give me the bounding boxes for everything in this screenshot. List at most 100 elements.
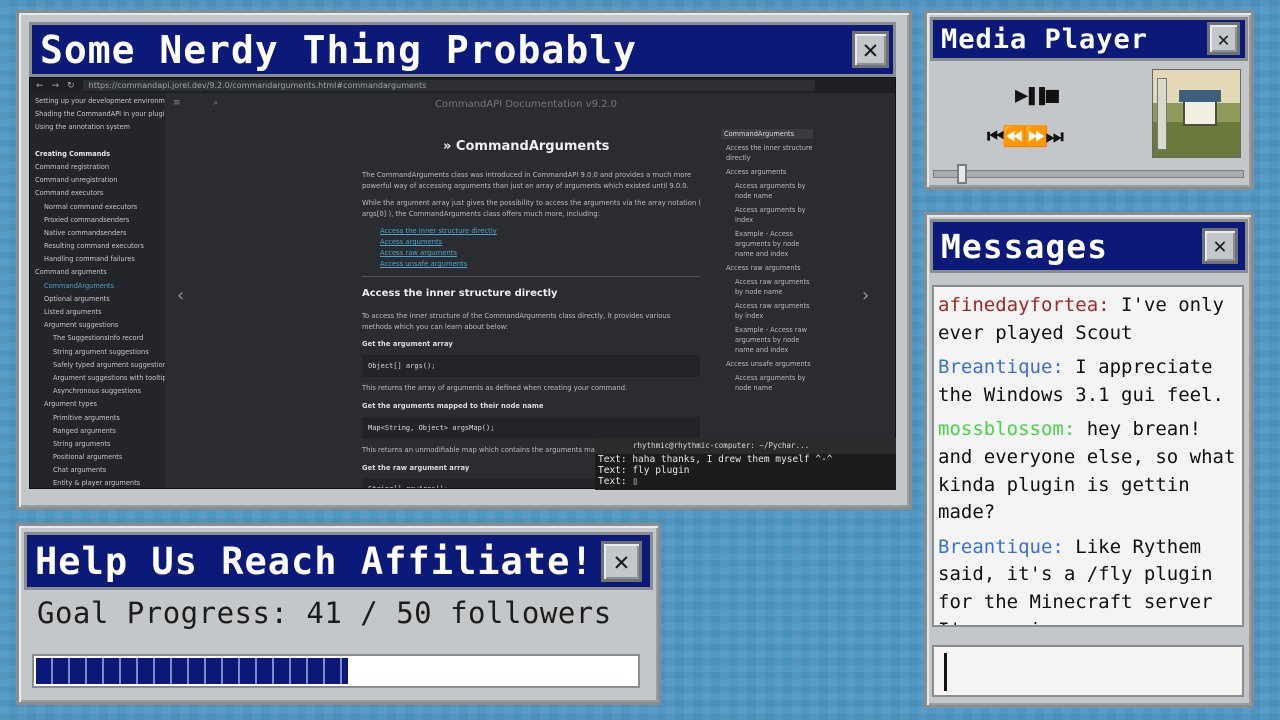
toc-item[interactable]: Example - Access arguments by node name … [721,229,813,259]
sidebar-item[interactable]: String argument suggestions [30,346,165,359]
sidebar-item[interactable]: Command arguments [30,266,165,279]
affiliate-title: Help Us Reach Affiliate!! [35,539,617,583]
sidebar-item[interactable]: Using the annotation system [30,121,165,134]
menu-icon[interactable]: ≡ [173,98,181,108]
sidebar-item[interactable]: Listed arguments [30,306,165,319]
doc-sidebar: Setting up your development environment S… [30,93,165,488]
sidebar-item [30,135,165,148]
get-map-label: Get the arguments mapped to their node n… [362,402,544,410]
sidebar-item[interactable]: Ranged arguments [30,425,165,438]
page-heading: » CommandArguments [443,139,610,154]
sidebar-item[interactable]: Argument suggestions with tooltips [30,372,165,385]
code1-description: This returns the array of arguments as d… [362,384,628,392]
sidebar-item[interactable]: Native commandsenders [30,227,165,240]
media-close-button[interactable]: ✕ [1207,22,1240,55]
sidebar-item[interactable]: Command executors [30,187,165,200]
get-array-label: Get the argument array [362,340,453,348]
search-icon[interactable]: ⌕ [213,98,218,108]
sidebar-item[interactable]: Creating Commands [30,148,165,161]
toc-item[interactable]: CommandArguments [721,129,813,139]
sidebar-item[interactable]: Optional arguments [30,293,165,306]
chat-username: Breantique: [938,535,1064,558]
sidebar-item[interactable]: Argument types [30,398,165,411]
table-of-contents: CommandArguments Access the inner structu… [721,129,813,397]
chat-input[interactable] [932,645,1244,697]
media-seek-knob[interactable] [957,164,967,184]
chat-message: mossblossom: hey brean! and everyone els… [938,416,1239,526]
sidebar-item[interactable]: Proxied commandsenders [30,214,165,227]
sidebar-item[interactable]: String arguments [30,438,165,451]
next-chapter-icon[interactable]: › [862,285,869,306]
album-art-meter [1157,78,1167,150]
skip-controls[interactable]: ⏮⏪⏩⏭ [987,124,1064,148]
affiliate-close-button[interactable]: ✕ [601,541,642,582]
toc-item[interactable]: Access unsafe arguments [721,359,813,369]
terminal-window: rhythmic@rhythmic-computer: ~/Pychar... … [595,438,896,490]
sidebar-item[interactable]: Setting up your development environment [30,95,165,108]
chat-messages: afinedayfortea: I've only ever played Sc… [932,285,1244,627]
messages-titlebar: Messages [930,219,1248,273]
sidebar-item[interactable]: The SuggestionsInfo record [30,332,165,345]
sidebar-item[interactable]: Safely typed argument suggestions [30,359,165,372]
messages-close-button[interactable]: ✕ [1202,228,1238,264]
close-icon: ✕ [1213,233,1227,259]
media-seek-track[interactable] [933,170,1244,178]
section-heading: Access the inner structure directly [362,288,558,299]
sidebar-item[interactable]: Primitive arguments [30,412,165,425]
toc-item[interactable]: Example - Access raw arguments by node n… [721,325,813,355]
back-icon[interactable]: ← [36,81,44,91]
sidebar-item[interactable]: Command unregistration [30,174,165,187]
media-player-title: Media Player [941,23,1149,55]
intro-text: The CommandArguments class was introduce… [362,171,692,190]
chat-username: afinedayfortea: [938,294,1110,316]
link-raw-arguments[interactable]: Access raw arguments [380,249,457,257]
album-art-house [1183,100,1217,126]
main-close-button[interactable]: ✕ [852,31,889,68]
sidebar-item[interactable]: Resulting command executors [30,240,165,253]
prev-chapter-icon[interactable]: ‹ [177,285,184,306]
browser-window: ← → ↻ https://commandapi.jorel.dev/9.2.0… [29,77,896,489]
album-art-roof [1179,90,1221,102]
goal-progress-fill [36,658,348,684]
sidebar-item[interactable]: Handling command failures [30,253,165,266]
text-caret [944,653,947,691]
chat-username: Breantique: [938,356,1064,379]
section-text: To access the inner structure of the Com… [362,312,671,331]
toc-item[interactable]: Access raw arguments [721,263,813,273]
sidebar-item[interactable]: Positional arguments [30,451,165,464]
close-icon: ✕ [613,546,630,577]
toc-item[interactable]: Access raw arguments by index [721,301,813,321]
chat-message: Breantique: Like Rythem said, it's a /fl… [938,534,1239,625]
doc-content: CommandAPI Documentation v9.2.0 ≡ ⌕ ‹ › … [165,93,895,488]
sidebar-item[interactable]: Shading the CommandAPI in your plugins [30,108,165,121]
sidebar-item[interactable]: Command registration [30,161,165,174]
toc-item[interactable]: Access arguments [721,167,813,177]
url-input[interactable]: https://commandapi.jorel.dev/9.2.0/comma… [82,80,815,91]
album-art [1152,69,1241,158]
media-player-titlebar: Media Player [930,17,1248,61]
stream-title: Some Nerdy Thing Probably [40,27,637,72]
divider [362,276,700,277]
link-access-arguments[interactable]: Access arguments [380,238,442,246]
affiliate-titlebar: Help Us Reach Affiliate!! [24,532,653,590]
browser-toolbar: ← → ↻ https://commandapi.jorel.dev/9.2.0… [30,78,895,93]
terminal-titlebar: rhythmic@rhythmic-computer: ~/Pychar... [595,438,896,454]
sidebar-item[interactable]: Asynchronous suggestions [30,385,165,398]
chat-message: Breantique: I appreciate the Windows 3.1… [938,354,1239,409]
close-icon: ✕ [862,34,879,65]
sidebar-item[interactable]: Entity & player arguments [30,477,165,488]
sidebar-item[interactable]: Normal command executors [30,201,165,214]
sidebar-item[interactable]: Argument suggestions [30,319,165,332]
sidebar-item[interactable]: CommandArguments [30,280,165,293]
forward-icon[interactable]: → [52,81,60,91]
toc-item[interactable]: Access arguments by index [721,205,813,225]
toc-item[interactable]: Access raw arguments by node name [721,277,813,297]
toc-item[interactable]: Access arguments by node name [721,181,813,201]
link-unsafe-arguments[interactable]: Access unsafe arguments [380,260,467,268]
link-inner-structure[interactable]: Access the inner structure directly [380,227,497,235]
reload-icon[interactable]: ↻ [67,81,75,91]
toc-item[interactable]: Access arguments by node name [721,373,813,393]
play-pause-stop-controls[interactable]: ▶❚❚■ [1015,83,1059,108]
toc-item[interactable]: Access the inner structure directly [721,143,813,163]
sidebar-item[interactable]: Chat arguments [30,464,165,477]
